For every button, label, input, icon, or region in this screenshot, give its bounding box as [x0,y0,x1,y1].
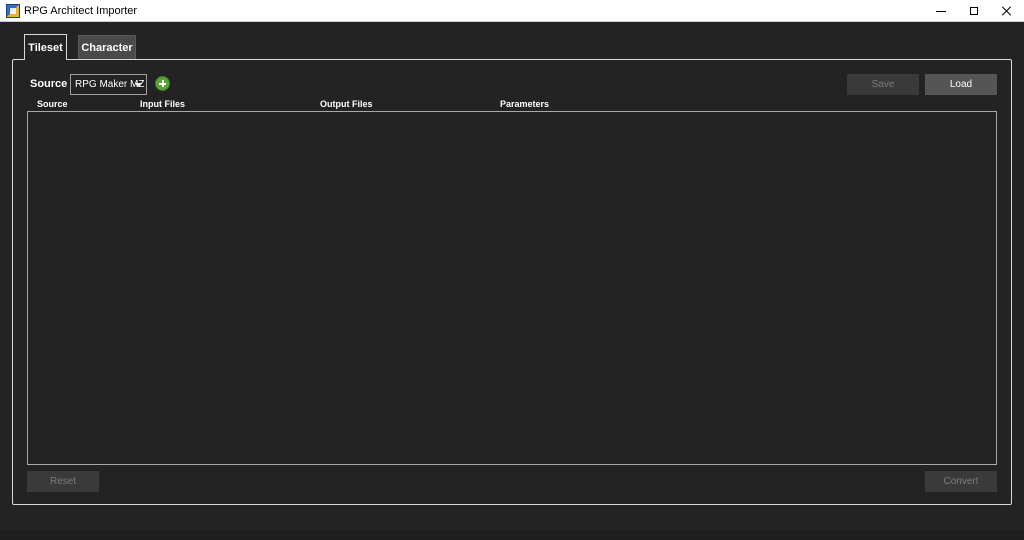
reset-button[interactable]: Reset [27,471,99,492]
maximize-button[interactable] [957,0,991,22]
maximize-icon [970,7,978,15]
close-button[interactable] [990,0,1024,22]
title-bar: RPG Architect Importer [0,0,1024,22]
conversion-table[interactable] [27,111,997,465]
column-header-source: Source [37,99,68,109]
plus-circle-icon[interactable] [155,76,170,91]
column-header-input-files: Input Files [140,99,185,109]
column-header-parameters: Parameters [500,99,550,109]
save-button[interactable]: Save [847,74,919,95]
load-button[interactable]: Load [925,74,997,95]
window-title: RPG Architect Importer [24,5,138,17]
background-strip [0,530,1024,540]
chevron-down-icon [135,83,141,87]
tab-tileset[interactable]: Tileset [24,34,67,60]
app-icon [6,4,20,18]
column-header-output-files: Output Files [320,99,373,109]
convert-button[interactable]: Convert [925,471,997,492]
app-window: RPG Architect Importer Tileset Character… [0,0,1024,540]
minimize-icon [936,10,946,12]
tab-character[interactable]: Character [78,35,136,59]
source-label: Source [30,78,68,90]
close-icon [1002,6,1012,16]
source-dropdown[interactable]: RPG Maker MZ [70,74,147,95]
minimize-button[interactable] [924,0,958,22]
